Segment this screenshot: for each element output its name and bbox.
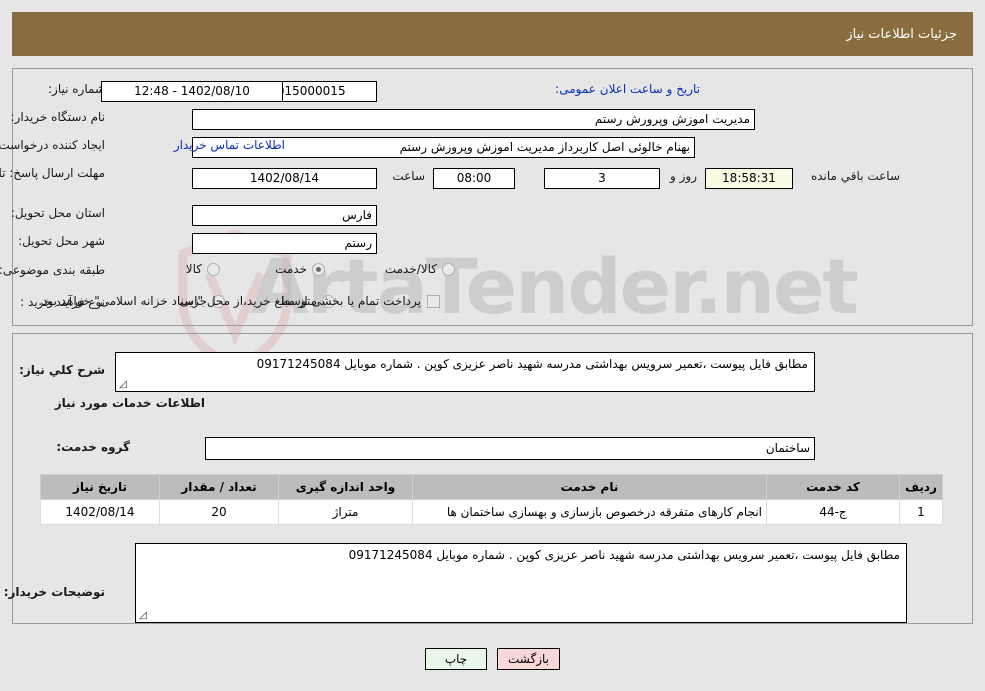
announce-datetime-value[interactable]: 1402/08/10 - 12:48 — [101, 81, 283, 102]
province-value[interactable]: فارس — [192, 205, 377, 226]
page-title: جزئیات اطلاعات نیاز — [846, 26, 957, 42]
cell-quantity: 20 — [159, 499, 279, 525]
print-button[interactable]: چاپ — [425, 648, 487, 670]
category-option-khedmat[interactable]: خدمت — [275, 262, 325, 276]
requester-label: ایجاد کننده درخواست: — [0, 138, 105, 152]
treasury-checkbox-label: پرداخت تمام یا بخشی از مبلغ خرید،از محل … — [38, 294, 421, 308]
cell-need-date: 1402/08/14 — [40, 499, 160, 525]
category-option-kala[interactable]: کالا — [186, 262, 220, 276]
col-service-name: نام خدمت — [412, 474, 767, 500]
field-need-number-label: شماره نیاز: — [48, 82, 105, 96]
page-header: جزئیات اطلاعات نیاز — [12, 12, 973, 56]
cell-row-no: 1 — [899, 499, 943, 525]
resize-grip-icon[interactable]: ◺ — [139, 610, 149, 621]
buyer-notes-textarea[interactable]: مطابق فایل پیوست ،تعمیر سرویس بهداشتی مد… — [135, 543, 907, 623]
hour-label: ساعت — [392, 169, 425, 183]
back-button[interactable]: بازگشت — [497, 648, 560, 670]
services-heading: اطلاعات خدمات مورد نیاز — [54, 396, 205, 410]
city-value[interactable]: رستم — [192, 233, 377, 254]
buyer-notes-value: مطابق فایل پیوست ،تعمیر سرویس بهداشتی مد… — [348, 548, 900, 562]
table-header-row: ردیف کد خدمت نام خدمت واحد اندازه گیری ت… — [40, 474, 943, 500]
category-option-kala-khedmat[interactable]: کالا/خدمت — [385, 262, 455, 276]
buyer-org-label: نام دستگاه خریدار: — [10, 110, 106, 124]
city-label: شهر محل تحویل: — [18, 234, 105, 248]
category-label: طبقه بندی موضوعی: — [0, 263, 105, 277]
buyer-org-value[interactable]: مدیریت اموزش وپرورش رستم — [192, 109, 755, 130]
need-info-panel — [12, 68, 973, 326]
col-quantity: تعداد / مقدار — [159, 474, 279, 500]
service-group-label: گروه خدمت: — [56, 440, 130, 454]
general-desc-label: شرح کلي نياز: — [19, 363, 105, 377]
cell-service-name: انجام کارهای متفرقه درخصوص بازسازی و بهس… — [412, 499, 767, 525]
treasury-checkbox-icon[interactable] — [427, 294, 440, 308]
table-row: 1 ج-44 انجام کارهای متفرقه درخصوص بازساز… — [40, 499, 943, 525]
footer-button-bar: بازگشت چاپ — [0, 648, 985, 670]
cell-service-code: ج-44 — [766, 499, 900, 525]
col-service-code: کد خدمت — [766, 474, 900, 500]
general-desc-textarea[interactable]: مطابق فایل پیوست ،تعمیر سرویس بهداشتی مد… — [115, 352, 815, 392]
col-row-no: ردیف — [899, 474, 943, 500]
radio-khedmat-icon[interactable] — [312, 262, 325, 276]
resize-grip-icon[interactable]: ◺ — [119, 379, 129, 390]
deadline-time-value[interactable]: 08:00 — [433, 168, 515, 189]
col-need-date: تاریخ نیاز — [40, 474, 160, 500]
services-table: ردیف کد خدمت نام خدمت واحد اندازه گیری ت… — [40, 474, 943, 525]
service-group-value[interactable]: ساختمان — [205, 437, 815, 460]
days-label: روز و — [670, 169, 697, 183]
radio-kala-icon[interactable] — [207, 262, 220, 276]
treasury-docs-checkbox-row[interactable]: پرداخت تمام یا بخشی از مبلغ خرید،از محل … — [38, 294, 440, 308]
deadline-date-value[interactable]: 1402/08/14 — [192, 168, 377, 189]
need-number-label: شماره نیاز: — [48, 82, 105, 96]
province-label: استان محل تحویل: — [10, 206, 105, 220]
general-desc-value: مطابق فایل پیوست ،تعمیر سرویس بهداشتی مد… — [256, 357, 808, 371]
cell-unit: متراژ — [278, 499, 413, 525]
days-remaining-value[interactable]: 3 — [544, 168, 660, 189]
col-unit: واحد اندازه گیری — [278, 474, 413, 500]
announce-datetime-label: تاریخ و ساعت اعلان عمومی: — [555, 82, 700, 96]
radio-kala-khedmat-icon[interactable] — [442, 262, 455, 276]
buyer-contact-link[interactable]: اطلاعات تماس خریدار — [174, 138, 285, 152]
buyer-notes-label: توضیحات خریدار: — [3, 585, 105, 599]
remaining-hours-label: ساعت باقي مانده — [810, 169, 900, 183]
countdown-timer-value: 18:58:31 — [705, 168, 793, 189]
deadline-label: مهلت ارسال پاسخ: تا تاریخ: — [0, 166, 105, 180]
